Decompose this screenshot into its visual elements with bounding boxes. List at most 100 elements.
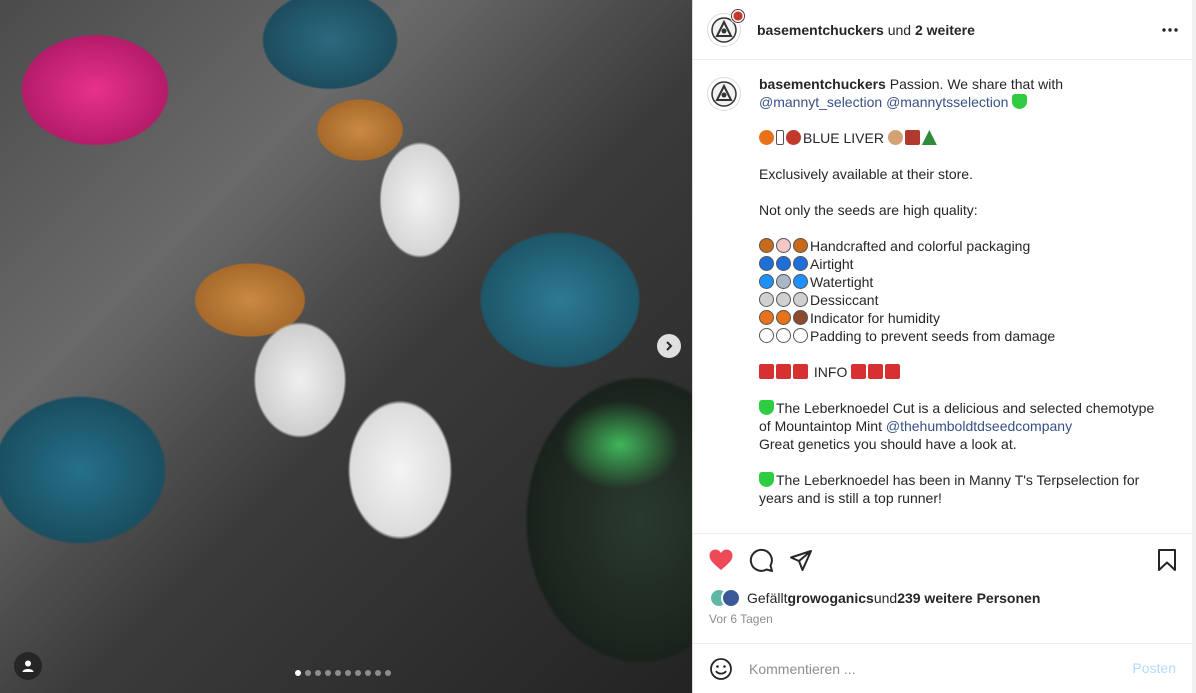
feature-emoji-icon — [776, 328, 791, 343]
feature-label: Padding to prevent seeds from damage — [810, 328, 1056, 344]
feature-item: Handcrafted and colorful packaging — [759, 237, 1159, 255]
likes-summary: Gefällt growoganics und 239 weitere Pers… — [709, 588, 1040, 608]
carousel-dot[interactable] — [335, 670, 341, 676]
carousel-dot[interactable] — [315, 670, 321, 676]
brand-logo-icon — [711, 81, 737, 107]
carousel-next-button[interactable] — [657, 334, 681, 358]
carousel-dot[interactable] — [295, 670, 301, 676]
author-username[interactable]: basementchuckers — [757, 22, 884, 38]
megaphone-icon — [851, 364, 867, 379]
feature-emoji-icon — [759, 256, 774, 271]
coauthor-avatar[interactable] — [730, 7, 746, 24]
header-authors: basementchuckers und 2 weitere — [757, 22, 975, 38]
green-heart-icon — [759, 400, 774, 415]
paragraph-2-text: The Leberknoedel has been in Manny T's T… — [759, 472, 1140, 506]
feature-label: Watertight — [810, 274, 874, 290]
post-modal: basementchuckers und 2 weitere basementc… — [0, 0, 1196, 693]
feature-emoji-icon — [759, 274, 774, 289]
liker-avatar[interactable] — [721, 588, 741, 608]
carousel-indicator — [295, 670, 391, 676]
caption-text: basementchuckers Passion. We share that … — [759, 75, 1159, 533]
strain-name: BLUE LIVER — [803, 130, 884, 146]
feature-emoji-icon — [793, 256, 808, 271]
caption-avatar-circle — [707, 77, 741, 111]
feature-emoji-icon — [759, 238, 774, 253]
coauthors-link[interactable]: 2 weitere — [915, 22, 975, 38]
can-icon — [904, 130, 920, 145]
caption-username[interactable]: basementchuckers — [759, 76, 886, 92]
feature-item: Padding to prevent seeds from damage — [759, 327, 1159, 345]
feature-label: Airtight — [810, 256, 854, 272]
feature-label: Indicator for humidity — [810, 310, 940, 326]
orange-icon — [759, 130, 774, 145]
header-and: und — [883, 21, 915, 38]
more-dots-icon — [1162, 28, 1178, 32]
user-icon — [22, 660, 34, 672]
feature-emoji-icon — [776, 256, 791, 271]
post-side-panel: basementchuckers und 2 weitere basementc… — [692, 0, 1196, 693]
carousel-dot[interactable] — [325, 670, 331, 676]
feature-emoji-icon — [776, 238, 791, 253]
post-header: basementchuckers und 2 weitere — [693, 0, 1196, 60]
liker-username[interactable]: growoganics — [787, 590, 873, 606]
post-comment-button[interactable]: Posten — [1132, 660, 1176, 676]
bowl-icon — [887, 130, 903, 145]
feature-emoji-icon — [793, 328, 808, 343]
heart-filled-icon — [709, 549, 733, 570]
comment-icon — [749, 548, 773, 572]
caption-area[interactable]: basementchuckers Passion. We share that … — [693, 61, 1196, 533]
carousel-dot[interactable] — [305, 670, 311, 676]
carousel-dot[interactable] — [385, 670, 391, 676]
post-actions: Gefällt growoganics und 239 weitere Pers… — [693, 533, 1196, 643]
mention-link[interactable]: @mannyt_selection — [759, 94, 882, 110]
more-options-button[interactable] — [1158, 18, 1182, 42]
bookmark-icon — [1158, 549, 1176, 571]
feature-item: Dessiccant — [759, 291, 1159, 309]
post-photo[interactable] — [0, 0, 692, 693]
megaphone-icon — [759, 364, 774, 379]
save-button[interactable] — [1153, 546, 1181, 574]
tree-icon — [921, 130, 937, 145]
feature-label: Handcrafted and colorful packaging — [810, 238, 1031, 254]
share-button[interactable] — [787, 546, 815, 574]
comment-bar: Posten — [693, 643, 1196, 693]
caption-intro: basementchuckers Passion. We share that … — [759, 75, 1159, 93]
chevron-right-icon — [666, 341, 673, 351]
feature-emoji-icon — [793, 292, 808, 307]
feature-emoji-icon — [793, 238, 808, 253]
tagged-users-button[interactable] — [14, 652, 42, 680]
comment-button[interactable] — [747, 546, 775, 574]
feature-emoji-icon — [759, 328, 774, 343]
emoji-icon[interactable] — [709, 657, 733, 681]
paragraph-1-tail: Great genetics you should have a look at… — [759, 436, 1017, 452]
feature-item: Indicator for humidity — [759, 309, 1159, 327]
caption-intro-text: Passion. We share that with — [885, 76, 1064, 92]
carousel-dot[interactable] — [355, 670, 361, 676]
mention-link[interactable]: @thehumboldtdseedcompany — [886, 418, 1072, 434]
comment-input[interactable] — [749, 660, 1109, 677]
carousel-dot[interactable] — [375, 670, 381, 676]
carousel-dot[interactable] — [345, 670, 351, 676]
meat-icon — [786, 130, 801, 145]
info-line: INFO — [759, 363, 1159, 381]
caption-mentions: @mannyt_selection @mannytsselection — [759, 93, 1159, 111]
paragraph-1: The Leberknoedel Cut is a delicious and … — [759, 399, 1159, 435]
likes-middle: und — [873, 590, 898, 606]
box-icon — [776, 130, 784, 145]
megaphone-icon — [793, 364, 808, 379]
green-heart-icon — [1012, 94, 1028, 109]
author-avatar[interactable] — [707, 7, 746, 47]
like-button[interactable] — [707, 546, 735, 574]
post-timestamp[interactable]: Vor 6 Tagen — [709, 612, 773, 626]
caption-avatar[interactable] — [707, 77, 741, 533]
feature-emoji-icon — [759, 310, 774, 325]
feature-emoji-icon — [776, 274, 791, 289]
quality-line: Not only the seeds are high quality: — [759, 202, 978, 218]
carousel-dot[interactable] — [365, 670, 371, 676]
likes-prefix: Gefällt — [747, 590, 788, 606]
strain-line: BLUE LIVER — [759, 129, 1159, 147]
megaphone-icon — [868, 364, 884, 379]
mention-link[interactable]: @mannytsselection — [886, 94, 1008, 110]
feature-label: Dessiccant — [810, 292, 879, 308]
likes-count-link[interactable]: 239 weitere Personen — [897, 590, 1040, 606]
